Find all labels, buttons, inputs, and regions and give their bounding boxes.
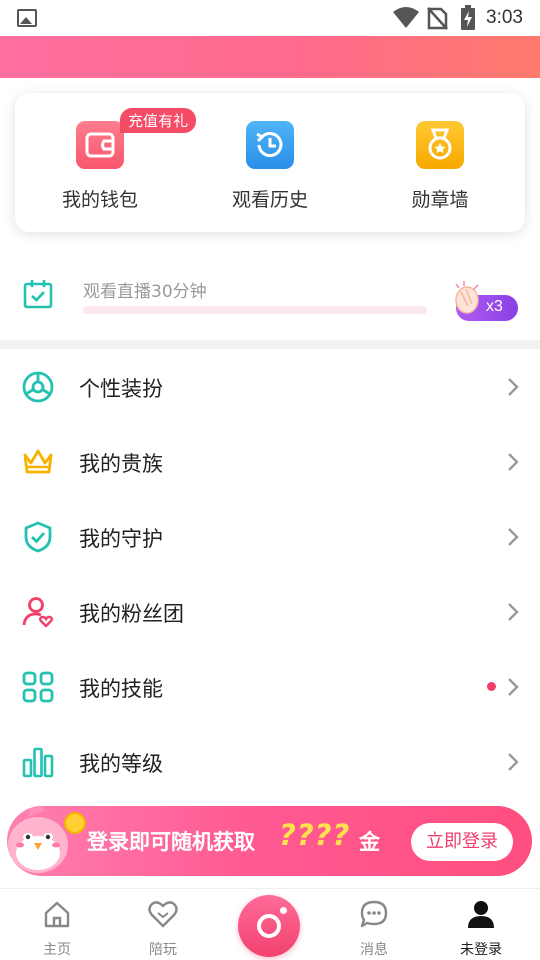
home-icon	[42, 899, 72, 933]
chevron-right-icon	[506, 452, 520, 476]
battery-charging-icon	[460, 5, 476, 35]
nav-label: 消息	[360, 942, 388, 958]
chevron-right-icon	[506, 377, 520, 401]
level-bars-icon	[21, 745, 55, 779]
login-now-button[interactable]: 立即登录	[411, 823, 513, 861]
chevron-right-icon	[506, 527, 520, 551]
profile-header	[0, 36, 540, 78]
menu-list: 个性装扮 我的贵族 我的守护 我的粉丝团 我的技能 我的等级	[0, 349, 540, 799]
coin-icon	[64, 812, 86, 834]
quick-actions-card: 充值有礼 我的钱包 观看历史 勋章墙	[15, 93, 525, 232]
go-live-button[interactable]	[238, 895, 300, 957]
live-camera-icon	[257, 914, 281, 938]
menu-item-fan-club[interactable]: 我的粉丝团	[0, 574, 540, 649]
calendar-check-icon	[22, 278, 54, 314]
nav-home[interactable]: 主页	[7, 889, 107, 960]
menu-label: 个性装扮	[79, 377, 163, 401]
camera-spark	[280, 907, 287, 914]
promo-amount: ????	[279, 818, 351, 852]
login-promo-banner[interactable]: 登录即可随机获取 ???? 金 立即登录	[7, 806, 532, 876]
clapping-hands-icon	[452, 280, 486, 320]
section-divider	[0, 340, 540, 349]
chevron-right-icon	[506, 602, 520, 626]
wallet-icon	[76, 121, 124, 169]
nav-label: 未登录	[460, 942, 502, 958]
message-icon	[359, 899, 389, 933]
task-progress-bar	[83, 306, 427, 314]
nav-label: 主页	[43, 942, 71, 958]
clock: 3:03	[486, 7, 523, 28]
promo-text: 登录即可随机获取	[87, 830, 255, 854]
history-icon	[246, 121, 294, 169]
wifi-icon	[392, 6, 420, 34]
fan-club-icon	[21, 595, 55, 629]
menu-item-nobility[interactable]: 我的贵族	[0, 424, 540, 499]
nav-messages[interactable]: 消息	[324, 889, 424, 960]
menu-item-theme[interactable]: 个性装扮	[0, 349, 540, 424]
crown-icon	[21, 445, 55, 479]
mascot-bird-icon	[0, 795, 82, 877]
history-button[interactable]: 观看历史	[205, 119, 335, 219]
notification-dot	[487, 682, 496, 691]
no-sim-icon	[426, 6, 448, 34]
history-label: 观看历史	[231, 189, 308, 211]
nav-profile[interactable]: 未登录	[431, 889, 531, 960]
chevron-right-icon	[506, 752, 520, 776]
menu-item-level[interactable]: 我的等级	[0, 724, 540, 799]
skills-grid-icon	[21, 670, 55, 704]
menu-label: 我的守护	[79, 527, 163, 551]
nav-label: 陪玩	[149, 942, 177, 958]
status-bar: 3:03	[0, 0, 540, 36]
wallet-button[interactable]: 充值有礼 我的钱包	[35, 108, 197, 219]
medal-icon	[416, 121, 464, 169]
image-notification-icon	[17, 9, 37, 27]
watch-task[interactable]: 观看直播30分钟 x3	[0, 248, 540, 340]
theme-icon	[21, 370, 55, 404]
nav-companion[interactable]: 陪玩	[113, 889, 213, 960]
promo-unit: 金	[359, 830, 380, 854]
recharge-badge: 充值有礼	[120, 108, 197, 133]
user-icon	[466, 899, 496, 933]
menu-label: 我的粉丝团	[79, 602, 184, 626]
task-description: 观看直播30分钟	[83, 282, 207, 302]
menu-label: 我的等级	[79, 752, 163, 776]
chevron-right-icon	[506, 677, 520, 701]
menu-label: 我的技能	[79, 677, 163, 701]
wallet-label: 我的钱包	[61, 189, 138, 211]
medal-wall-button[interactable]: 勋章墙	[375, 119, 505, 219]
menu-item-guardian[interactable]: 我的守护	[0, 499, 540, 574]
menu-item-skills[interactable]: 我的技能	[0, 649, 540, 724]
medal-wall-label: 勋章墙	[411, 189, 469, 211]
reward-badge: x3	[450, 280, 518, 324]
shield-icon	[21, 520, 55, 554]
reward-multiplier: x3	[486, 298, 503, 315]
heart-icon	[148, 899, 178, 933]
menu-label: 我的贵族	[79, 452, 163, 476]
